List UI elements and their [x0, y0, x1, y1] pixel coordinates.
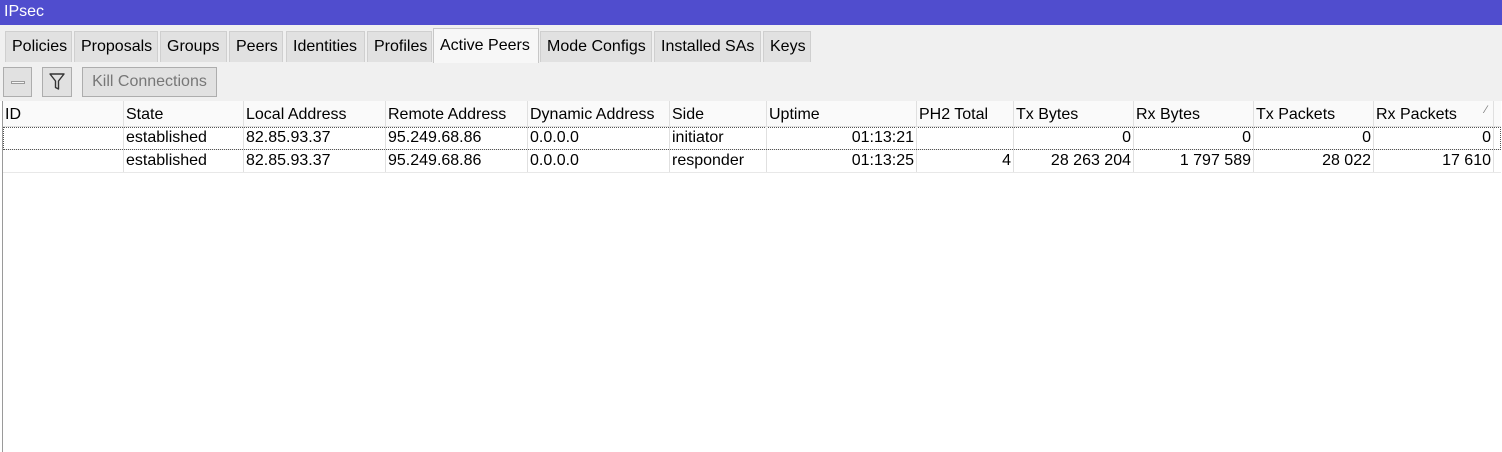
cell-dynamic-address: 0.0.0.0 [528, 127, 670, 149]
cell-id [3, 150, 124, 172]
minus-icon [11, 81, 25, 84]
column-header-dynamic-address[interactable]: Dynamic Address [528, 101, 670, 127]
table-row[interactable]: established 82.85.93.37 95.249.68.86 0.0… [3, 150, 1501, 173]
cell-tx-packets: 0 [1254, 127, 1374, 149]
tab-policies[interactable]: Policies [5, 31, 72, 62]
cell-state: established [124, 150, 244, 172]
tab-active-peers[interactable]: Active Peers [433, 28, 539, 63]
tab-profiles[interactable]: Profiles [367, 31, 432, 62]
filter-button[interactable] [42, 67, 72, 97]
cell-tx-packets: 28 022 [1254, 150, 1374, 172]
cell-local-address: 82.85.93.37 [244, 127, 386, 149]
tab-strip: Policies Proposals Groups Peers Identiti… [0, 25, 1502, 63]
cell-tx-bytes: 0 [1014, 127, 1134, 149]
column-header-tx-bytes[interactable]: Tx Bytes [1014, 101, 1134, 127]
column-header-remote-address[interactable]: Remote Address [386, 101, 528, 127]
toolbar: Kill Connections [0, 63, 1502, 101]
filter-icon [49, 73, 65, 90]
cell-local-address: 82.85.93.37 [244, 150, 386, 172]
column-header-rx-bytes[interactable]: Rx Bytes [1134, 101, 1254, 127]
tab-proposals[interactable]: Proposals [74, 31, 158, 62]
cell-rx-bytes: 1 797 589 [1134, 150, 1254, 172]
cell-dynamic-address: 0.0.0.0 [528, 150, 670, 172]
cell-state: established [124, 127, 244, 149]
cell-tx-bytes: 28 263 204 [1014, 150, 1134, 172]
cell-id [3, 127, 124, 149]
column-header-rx-packets[interactable]: Rx Packets ∕ [1374, 101, 1494, 127]
kill-connections-button[interactable]: Kill Connections [82, 67, 217, 97]
tab-keys[interactable]: Keys [763, 31, 811, 62]
cell-ph2-total [917, 127, 1014, 149]
column-header-tx-packets[interactable]: Tx Packets [1254, 101, 1374, 127]
tab-identities[interactable]: Identities [286, 31, 365, 62]
tab-mode-configs[interactable]: Mode Configs [540, 31, 652, 62]
cell-side: initiator [670, 127, 767, 149]
cell-rx-bytes: 0 [1134, 127, 1254, 149]
tab-peers[interactable]: Peers [229, 31, 283, 62]
column-header-side[interactable]: Side [670, 101, 767, 127]
cell-rx-packets: 17 610 [1374, 150, 1494, 172]
cell-side: responder [670, 150, 767, 172]
column-header-uptime[interactable]: Uptime [767, 101, 917, 127]
cell-ph2-total: 4 [917, 150, 1014, 172]
column-header-local-address[interactable]: Local Address [244, 101, 386, 127]
window-title: IPsec [4, 3, 45, 20]
table-header: ID State Local Address Remote Address Dy… [3, 101, 1501, 127]
column-header-id[interactable]: ID [3, 101, 124, 127]
column-header-rx-packets-label: Rx Packets [1376, 106, 1457, 123]
tab-groups[interactable]: Groups [160, 31, 227, 62]
cell-uptime: 01:13:25 [767, 150, 917, 172]
column-header-ph2-total[interactable]: PH2 Total [917, 101, 1014, 127]
table-row[interactable]: established 82.85.93.37 95.249.68.86 0.0… [3, 127, 1501, 150]
remove-button[interactable] [3, 67, 32, 97]
window-title-bar: IPsec [0, 0, 1502, 25]
cell-remote-address: 95.249.68.86 [386, 127, 528, 149]
cell-uptime: 01:13:21 [767, 127, 917, 149]
cell-rx-packets: 0 [1374, 127, 1494, 149]
tab-installed-sas[interactable]: Installed SAs [654, 31, 761, 62]
active-peers-table: ID State Local Address Remote Address Dy… [2, 101, 1502, 452]
column-header-state[interactable]: State [124, 101, 244, 127]
cell-remote-address: 95.249.68.86 [386, 150, 528, 172]
sort-indicator-icon: ∕ [1485, 104, 1487, 116]
